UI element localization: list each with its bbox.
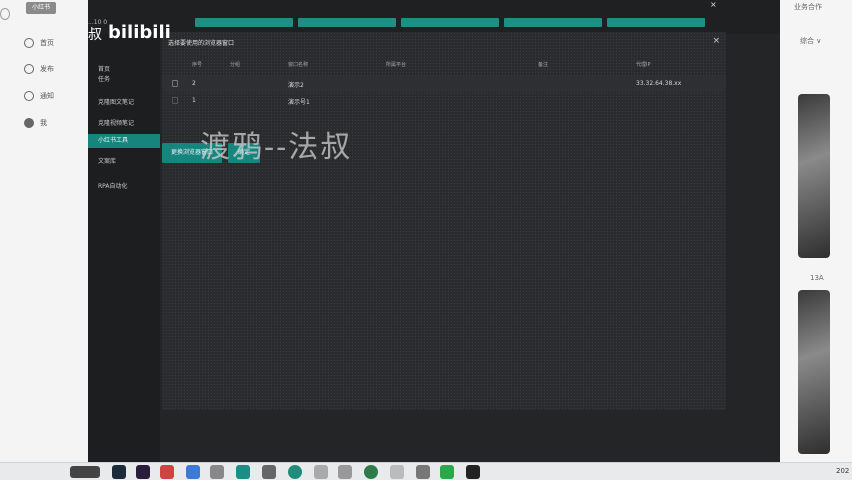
bilibili-prefix: 叔 [88, 27, 102, 43]
sidebar-item-task[interactable]: 任务 [98, 74, 110, 83]
row-checkbox[interactable] [172, 80, 178, 87]
home-icon [24, 38, 34, 48]
watermark-text: 渡鸦--法叔 [200, 130, 353, 165]
premiere-icon[interactable] [136, 465, 150, 479]
app-icon-active[interactable] [236, 465, 250, 479]
sidebar-item-clone-image[interactable]: 克隆图文笔记 [98, 97, 134, 106]
cell-name: 演示号1 [288, 99, 310, 106]
feed-thumbnail[interactable] [798, 290, 830, 454]
nav-label: 首页 [40, 39, 54, 47]
bilibili-logo: bilibili [108, 22, 171, 43]
bell-icon [24, 91, 34, 101]
nav-item-home[interactable]: 首页 [24, 38, 54, 48]
column-header-note: 备注 [538, 62, 549, 68]
cell-index: 1 [192, 97, 196, 104]
app-sidebar: 首页 任务 克隆图文笔记 克隆视频笔记 小红书工具 文案库 RPA自动化 [88, 34, 160, 462]
window-close-icon[interactable]: × [710, 0, 717, 9]
app-icon[interactable] [390, 465, 404, 479]
nav-label: 通知 [40, 92, 54, 100]
app-icon[interactable] [262, 465, 276, 479]
nav-item-publish[interactable]: 发布 [24, 64, 54, 74]
business-link[interactable]: 业务合作 [794, 2, 822, 12]
column-header-index: 序号 [192, 62, 203, 68]
sidebar-item-rpa[interactable]: RPA自动化 [98, 181, 128, 190]
feed-thumbnail[interactable] [798, 94, 830, 258]
sidebar-item-copy-library[interactable]: 文案库 [98, 156, 116, 165]
app-icon[interactable] [160, 465, 174, 479]
column-header-group: 分组 [230, 62, 241, 68]
plus-circle-icon [24, 64, 34, 74]
app-logo[interactable]: 小红书 [26, 2, 56, 14]
cell-name: 演示2 [288, 82, 304, 89]
user-icon [24, 118, 34, 128]
cell-proxy: 33.32.64.38.xx [636, 80, 682, 87]
app-icon[interactable] [314, 465, 328, 479]
table-row[interactable]: 1 演示号1 [162, 93, 726, 109]
close-icon[interactable]: × [712, 36, 720, 46]
nav-label: 我 [40, 119, 47, 127]
clock-text: 202 [836, 467, 850, 475]
app-icon[interactable] [186, 465, 200, 479]
sort-dropdown[interactable]: 综合 ∨ [800, 36, 821, 46]
browser-window-dialog: 选择要使用的浏览器窗口 × 序号 分组 窗口名称 所属平台 备注 代理IP 2 … [162, 32, 726, 410]
top-tab-button[interactable] [504, 18, 602, 27]
chrome-icon[interactable] [364, 465, 378, 479]
sidebar-item-tools[interactable]: 小红书工具 [88, 134, 160, 148]
column-header-platform: 所属平台 [386, 62, 407, 68]
photoshop-icon[interactable] [112, 465, 126, 479]
sidebar-item-home[interactable]: 首页 [98, 64, 110, 73]
nav-label: 发布 [40, 65, 54, 73]
top-tab-button[interactable] [298, 18, 396, 27]
sidebar-item-clone-video[interactable]: 克隆视频笔记 [98, 118, 134, 127]
nav-item-notify[interactable]: 通知 [24, 91, 54, 101]
app-icon[interactable] [466, 465, 480, 479]
window-topbar: ...10 0 [88, 0, 780, 34]
cell-index: 2 [192, 80, 196, 87]
column-header-proxy: 代理IP [636, 62, 651, 68]
app-icon[interactable] [288, 465, 302, 479]
nav-item-me[interactable]: 我 [24, 118, 47, 128]
app-icon[interactable] [338, 465, 352, 479]
top-tab-button[interactable] [401, 18, 499, 27]
like-count: 13A [810, 274, 824, 282]
app-icon[interactable] [210, 465, 224, 479]
column-header-name: 窗口名称 [288, 62, 309, 68]
input-method-icon[interactable] [70, 466, 100, 478]
app-icon[interactable] [416, 465, 430, 479]
top-tab-button[interactable] [195, 18, 293, 27]
taskbar: 202 [0, 462, 852, 480]
dialog-title: 选择要使用的浏览器窗口 [168, 40, 235, 47]
row-checkbox[interactable] [172, 97, 178, 104]
top-tab-button[interactable] [607, 18, 705, 27]
table-row[interactable]: 2 演示2 33.32.64.38.xx [162, 76, 726, 92]
wechat-icon[interactable] [440, 465, 454, 479]
background-app-sidebar: 小红书 首页 发布 通知 我 [0, 0, 90, 462]
back-circle-icon[interactable] [0, 8, 10, 20]
